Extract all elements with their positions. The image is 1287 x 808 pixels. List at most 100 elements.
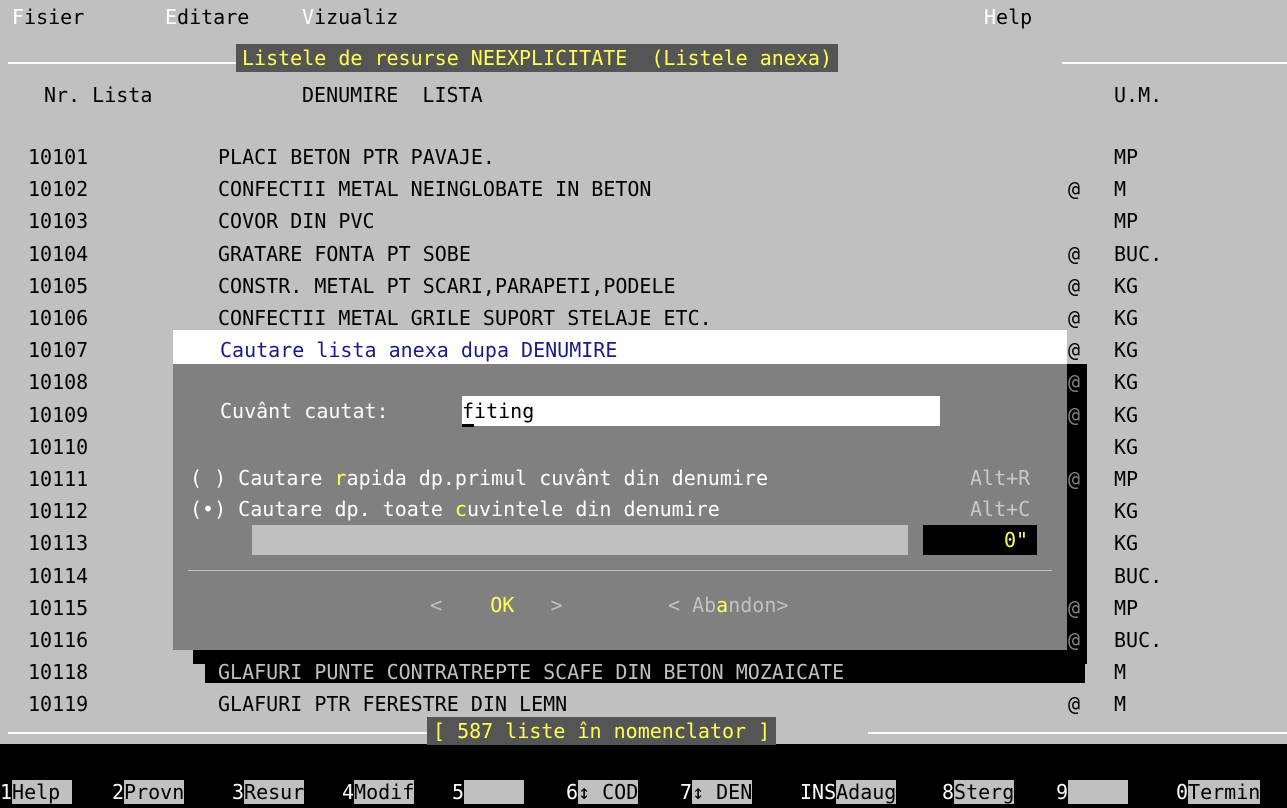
row-name: PLACI BETON PTR PAVAJE.: [218, 145, 495, 169]
shortcut-alt-r: Alt+R: [970, 466, 1031, 490]
fkey-7[interactable]: 7↕ DEN: [680, 776, 753, 808]
fkey-ins[interactable]: INSAdaug: [800, 776, 897, 808]
row-number: 10101: [28, 145, 89, 169]
row-unit: KG: [1114, 370, 1139, 394]
row-flag: @: [1068, 628, 1081, 652]
fkey-number: 3: [232, 780, 245, 804]
search-label: Cuvânt cautat:: [220, 399, 389, 423]
fkey-4[interactable]: 4Modif: [342, 776, 415, 808]
ok-button[interactable]: < OK >: [430, 590, 562, 620]
row-name: COVOR DIN PVC: [218, 209, 375, 233]
row-flag: @: [1068, 660, 1081, 684]
row-name: GRATARE FONTA PT SOBE: [218, 242, 471, 266]
row-unit: KG: [1114, 499, 1139, 523]
row-unit: KG: [1114, 274, 1139, 298]
fkey-number: 7: [680, 780, 693, 804]
row-flag: @: [1068, 177, 1081, 201]
row-unit: BUC.: [1114, 242, 1163, 266]
row-number: 10107: [28, 338, 89, 362]
row-unit: M: [1114, 177, 1127, 201]
fkey-0[interactable]: 0Termin: [1176, 776, 1261, 808]
abandon-button[interactable]: < Abandon>: [668, 590, 788, 620]
row-flag: @: [1068, 306, 1081, 330]
fkey-label: [464, 780, 525, 804]
row-flag: @: [1068, 242, 1081, 266]
radio-mark: (•): [190, 497, 227, 521]
panel-title: Listele de resurse NEEXPLICITATE (Listel…: [236, 44, 839, 72]
row-unit: M: [1114, 660, 1127, 684]
row-name: CONFECTII METAL NEINGLOBATE IN BETON: [218, 177, 652, 201]
row-flag: @: [1068, 338, 1081, 362]
row-number: 10106: [28, 306, 89, 330]
menu-bar: Fisier Editare Vizualiz Help: [0, 0, 1287, 32]
text-cursor: [462, 424, 474, 427]
radio-label-pre: Cautare: [238, 466, 335, 490]
fkey-label: [1068, 780, 1129, 804]
fkey-9[interactable]: 9: [1056, 776, 1129, 808]
dialog-title: Cautare lista anexa dupa DENUMIRE: [220, 338, 618, 362]
row-unit: KG: [1114, 306, 1139, 330]
row-flag: @: [1068, 467, 1081, 491]
row-unit: MP: [1114, 467, 1139, 491]
row-number: 10104: [28, 242, 89, 266]
column-header-name[interactable]: DENUMIRE LISTA: [302, 80, 483, 110]
row-name: CONFECTII METAL GRILE SUPORT STELAJE ETC…: [218, 306, 712, 330]
fkey-label: Modif: [354, 780, 415, 804]
row-number: 10110: [28, 435, 89, 459]
radio-quick-search[interactable]: ( ) Cautare rapida dp.primul cuvânt din …: [190, 463, 768, 493]
menu-fisier[interactable]: Fisier: [12, 3, 84, 31]
fkey-8[interactable]: 8Sterg: [942, 776, 1015, 808]
row-number: 10102: [28, 177, 89, 201]
fkey-6[interactable]: 6↕ COD: [566, 776, 639, 808]
row-number: 10112: [28, 499, 89, 523]
row-unit: MP: [1114, 596, 1139, 620]
fkey-number: 0: [1176, 780, 1189, 804]
menu-help[interactable]: Help: [984, 3, 1032, 31]
fkey-number: 5: [452, 780, 465, 804]
radio-label-post: uvintele din denumire: [466, 497, 720, 521]
fkey-label: Sterg: [954, 780, 1015, 804]
row-name: GLAFURI PTR FERESTRE DIN LEMN: [218, 692, 568, 716]
row-unit: KG: [1114, 338, 1139, 362]
fkey-number: 2: [112, 780, 125, 804]
fkey-label: Adaug: [836, 780, 897, 804]
fkey-3[interactable]: 3Resur: [232, 776, 305, 808]
elapsed-time: 0": [1004, 528, 1029, 552]
dos-screen: Fisier Editare Vizualiz Help Listele de …: [0, 0, 1287, 808]
column-header-nr[interactable]: Nr. Lista: [44, 80, 152, 110]
radio-mark: ( ): [190, 466, 227, 490]
fkey-label: Resur: [244, 780, 305, 804]
search-input-value[interactable]: fiting: [462, 396, 534, 426]
row-flag: @: [1068, 692, 1081, 716]
fkey-label: Termin: [1188, 780, 1261, 804]
fkey-5[interactable]: 5: [452, 776, 525, 808]
row-name: CONSTR. METAL PT SCARI,PARAPETI,PODELE: [218, 274, 676, 298]
fkey-number: 4: [342, 780, 355, 804]
row-number: 10111: [28, 467, 89, 491]
row-name: GLAFURI PUNTE CONTRATREPTE SCAFE DIN BET…: [218, 660, 845, 684]
radio-all-words[interactable]: (•) Cautare dp. toate cuvintele din denu…: [190, 494, 720, 524]
row-number: 10118: [28, 660, 89, 684]
fkey-number: 8: [942, 780, 955, 804]
row-number: 10105: [28, 274, 89, 298]
menu-vizualiz[interactable]: Vizualiz: [302, 3, 398, 31]
row-number: 10119: [28, 692, 89, 716]
fkey-label: Help: [12, 780, 73, 804]
fkey-number: 6: [566, 780, 579, 804]
progress-bar: [252, 525, 908, 555]
fkey-2[interactable]: 2Provn: [112, 776, 185, 808]
row-number: 10113: [28, 531, 89, 555]
row-unit: BUC.: [1114, 628, 1163, 652]
row-unit: KG: [1114, 531, 1139, 555]
row-number: 10103: [28, 209, 89, 233]
fkey-number: 1: [0, 780, 13, 804]
row-number: 10116: [28, 628, 89, 652]
menu-editare[interactable]: Editare: [165, 3, 249, 31]
fkey-1[interactable]: 1Help: [0, 776, 73, 808]
row-unit: KG: [1114, 435, 1139, 459]
fkey-label: ↕ COD: [578, 780, 639, 804]
row-number: 10115: [28, 596, 89, 620]
frame-top-left: [8, 62, 236, 64]
fkey-number: INS: [800, 780, 837, 804]
column-header-um[interactable]: U.M.: [1114, 80, 1162, 110]
